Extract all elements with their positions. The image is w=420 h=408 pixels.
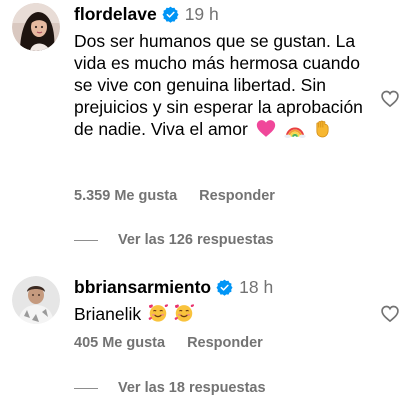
view-replies-button[interactable]: Ver las 126 respuestas <box>74 232 274 248</box>
comment-text: Dos ser humanos que se gustan. La vida e… <box>74 30 374 140</box>
divider-line <box>74 239 98 241</box>
divider-line <box>74 387 98 389</box>
username[interactable]: bbriansarmiento <box>74 277 211 298</box>
comment-item: flordelave 19 h Dos ser humanos que se g… <box>0 0 420 262</box>
comment-header: flordelave 19 h <box>74 4 219 25</box>
view-replies-button[interactable]: Ver las 18 respuestas <box>74 380 266 396</box>
timestamp: 18 h <box>239 277 274 297</box>
timestamp: 19 h <box>184 4 219 24</box>
rainbow-icon <box>284 119 306 138</box>
like-heart-icon[interactable] <box>380 89 400 109</box>
reply-button[interactable]: Responder <box>187 335 263 351</box>
comment-actions: 405 Me gusta Responder <box>74 335 263 351</box>
comment-actions: 5.359 Me gusta Responder <box>74 188 275 204</box>
smiling-face-with-hearts-icon <box>173 302 195 323</box>
comment-text: Brianelik <box>74 302 374 325</box>
username[interactable]: flordelave <box>74 4 157 25</box>
smiling-face-with-hearts-icon <box>147 302 169 323</box>
view-replies-label: Ver las 126 respuestas <box>118 232 274 248</box>
likes-count[interactable]: 5.359 Me gusta <box>74 188 177 204</box>
like-heart-icon[interactable] <box>380 304 400 324</box>
avatar[interactable] <box>12 3 60 51</box>
view-replies-label: Ver las 18 respuestas <box>118 380 266 396</box>
reply-button[interactable]: Responder <box>199 188 275 204</box>
avatar[interactable] <box>12 276 60 324</box>
verified-badge-icon <box>216 279 233 296</box>
likes-count[interactable]: 405 Me gusta <box>74 335 165 351</box>
pink-heart-icon <box>256 119 276 138</box>
comment-item: bbriansarmiento 18 h Brianelik 405 Me gu… <box>0 266 420 408</box>
comment-header: bbriansarmiento 18 h <box>74 277 273 298</box>
raised-fist-icon <box>314 119 331 138</box>
comment-text-content: Brianelik <box>74 304 142 324</box>
verified-badge-icon <box>162 6 179 23</box>
